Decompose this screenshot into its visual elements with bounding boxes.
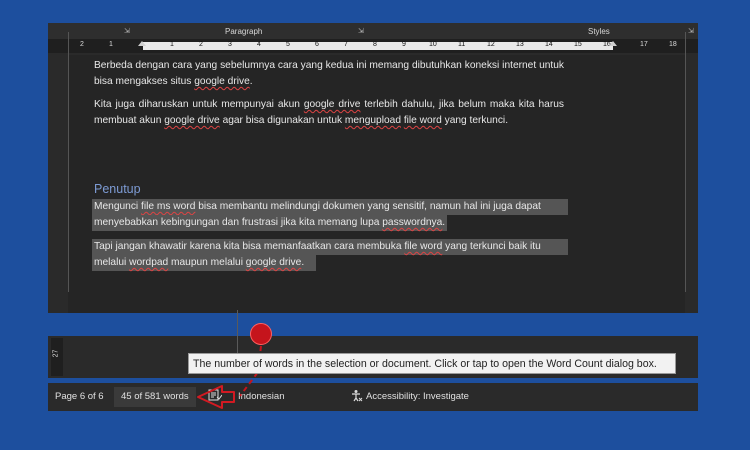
word-count-tooltip: The number of words in the selection or … <box>188 353 676 374</box>
annotation-arrow-icon <box>197 385 235 409</box>
click-marker-icon <box>250 323 272 345</box>
annotation-overlay <box>197 345 262 409</box>
